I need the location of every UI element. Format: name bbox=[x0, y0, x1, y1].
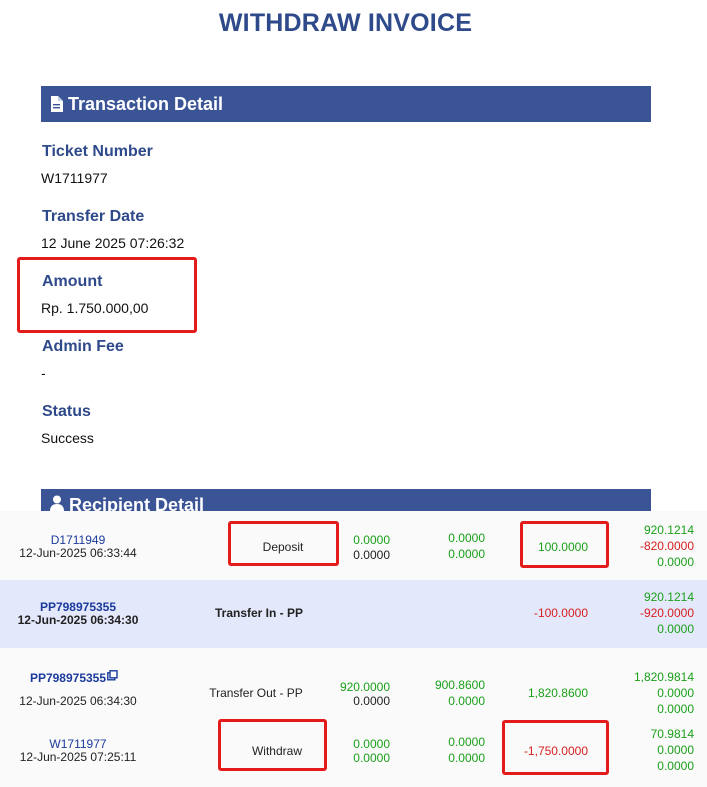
transfer-date-value: 12 June 2025 07:26:32 bbox=[41, 235, 185, 251]
transaction-date: 12-Jun-2025 06:34:30 bbox=[19, 694, 137, 708]
final-balance-value: 0.0000 bbox=[657, 743, 694, 757]
type-highlight-box bbox=[228, 521, 339, 566]
final-balance-value: 1,820.9814 bbox=[633, 670, 694, 684]
final-balance-value: 0.0000 bbox=[657, 686, 694, 700]
ticket-number-value: W1711977 bbox=[41, 170, 108, 186]
final-balance-value: 70.9814 bbox=[650, 727, 694, 741]
balance-value: 0.0000 bbox=[353, 737, 390, 751]
page-title: WITHDRAW INVOICE bbox=[218, 9, 473, 37]
admin-fee-label: Admin Fee bbox=[42, 338, 124, 355]
amount-change-value: 1,820.8600 bbox=[527, 686, 588, 700]
table-row: PP798975355 12-Jun-2025 06:34:30 Transfe… bbox=[0, 648, 707, 716]
final-balance-value: 920.1214 bbox=[643, 590, 694, 604]
transaction-type: Transfer Out - PP bbox=[209, 686, 303, 700]
copy-icon[interactable] bbox=[107, 670, 118, 684]
transfer-date-label: Transfer Date bbox=[42, 208, 145, 225]
transaction-date: 12-Jun-2025 06:33:44 bbox=[19, 546, 137, 560]
transaction-id-link[interactable]: PP798975355 bbox=[18, 600, 138, 614]
admin-fee-value: - bbox=[41, 365, 46, 381]
final-balance-value: 0.0000 bbox=[657, 702, 694, 716]
balance-value: 0.0000 bbox=[353, 751, 390, 765]
transaction-id-cell: PP798975355 bbox=[14, 670, 134, 685]
transaction-detail-title: Transaction Detail bbox=[68, 93, 224, 114]
type-highlight-box bbox=[218, 719, 327, 771]
transaction-id-link[interactable]: D1711949 bbox=[18, 533, 138, 547]
final-balance-value: 0.0000 bbox=[657, 759, 694, 773]
transaction-id-link[interactable]: PP798975355 bbox=[30, 671, 106, 685]
status-value: Success bbox=[41, 430, 94, 446]
ticket-number-label: Ticket Number bbox=[42, 143, 153, 160]
transaction-id-link[interactable]: W1711977 bbox=[18, 737, 138, 751]
amount-change-value: -100.0000 bbox=[533, 606, 588, 620]
transaction-date: 12-Jun-2025 07:25:11 bbox=[19, 750, 137, 764]
amount-highlight-box bbox=[17, 257, 197, 333]
transaction-date: 12-Jun-2025 06:34:30 bbox=[17, 613, 139, 627]
transaction-detail-header: Transaction Detail bbox=[41, 86, 651, 122]
table-row: PP798975355 12-Jun-2025 06:34:30 Transfe… bbox=[0, 580, 707, 648]
final-balance-value: 0.0000 bbox=[657, 622, 694, 636]
final-balance-value: -920.0000 bbox=[639, 606, 694, 620]
document-icon bbox=[50, 96, 63, 112]
transaction-type: Transfer In - PP bbox=[214, 606, 304, 620]
balance-value: 0.0000 bbox=[353, 548, 390, 562]
balance-value: 900.8600 bbox=[434, 678, 485, 692]
balance-value: 0.0000 bbox=[448, 751, 485, 765]
balance-value: 0.0000 bbox=[448, 694, 485, 708]
status-label: Status bbox=[42, 403, 91, 420]
balance-value: 0.0000 bbox=[353, 694, 390, 708]
balance-value: 0.0000 bbox=[353, 533, 390, 547]
amount-highlight-box bbox=[520, 521, 609, 568]
amount-highlight-box bbox=[502, 720, 609, 775]
balance-value: 920.0000 bbox=[339, 680, 390, 694]
final-balance-value: -820.0000 bbox=[639, 539, 694, 553]
balance-value: 0.0000 bbox=[448, 531, 485, 545]
balance-value: 0.0000 bbox=[448, 735, 485, 749]
balance-value: 0.0000 bbox=[448, 547, 485, 561]
final-balance-value: 920.1214 bbox=[643, 523, 694, 537]
user-icon bbox=[50, 495, 64, 511]
final-balance-value: 0.0000 bbox=[657, 555, 694, 569]
